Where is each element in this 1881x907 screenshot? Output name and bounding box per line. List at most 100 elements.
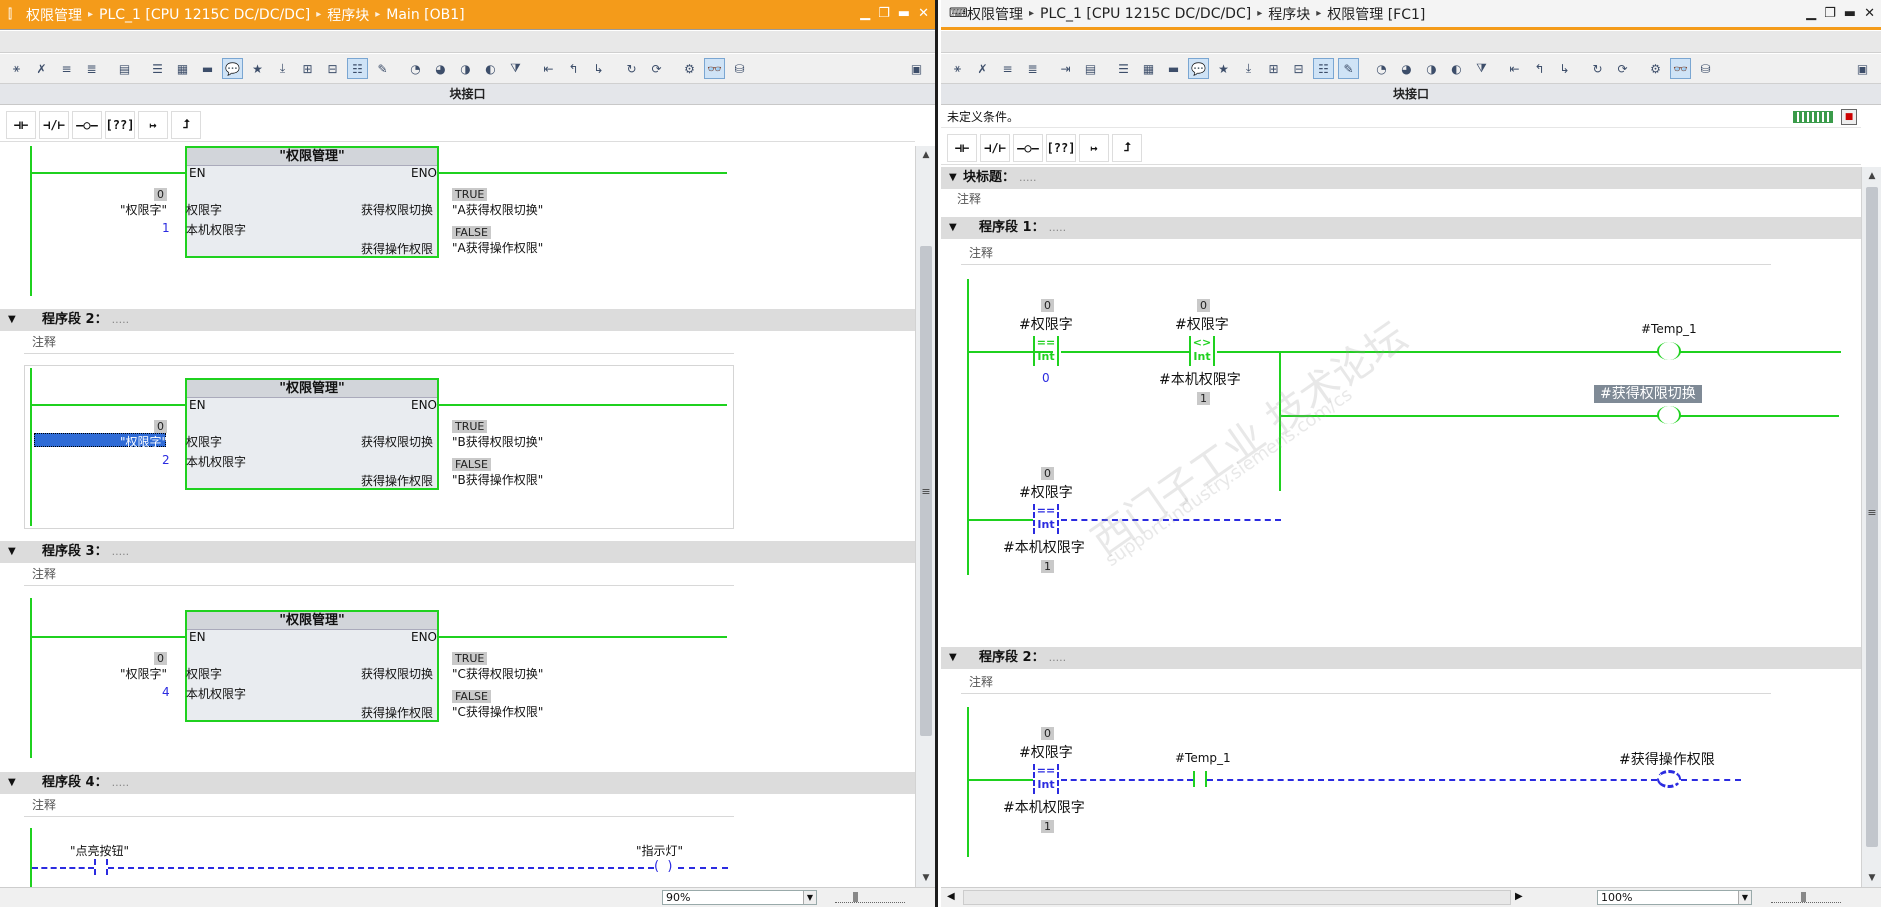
comments-icon[interactable]: 💬 bbox=[1188, 58, 1209, 79]
compare-operand-2[interactable]: 0 bbox=[1042, 371, 1050, 385]
output-operand-2[interactable]: "B获得操作权限" bbox=[452, 471, 543, 488]
coil-output[interactable] bbox=[1657, 406, 1681, 424]
absolute-operands-icon[interactable]: ☰ bbox=[147, 58, 168, 79]
compare-operand-1[interactable]: #权限字 bbox=[1019, 314, 1073, 334]
window-icon[interactable]: ⌨ bbox=[949, 6, 968, 21]
scroll-up-icon[interactable]: ▲ bbox=[1866, 170, 1878, 182]
reset-icon[interactable]: ▤ bbox=[114, 58, 135, 79]
previous-error-icon[interactable]: ↰ bbox=[563, 58, 584, 79]
monitoring-icon[interactable]: 👓 bbox=[704, 58, 725, 79]
open-branch-button[interactable]: ↦ bbox=[138, 110, 168, 139]
monitor-off-icon[interactable]: ◔ bbox=[1371, 58, 1392, 79]
insert-network-icon[interactable]: ⚹ bbox=[6, 58, 27, 79]
nc-contact-button[interactable]: ⊣/⊢ bbox=[980, 133, 1010, 162]
first-error-icon[interactable]: ⇤ bbox=[1504, 58, 1525, 79]
scroll-down-icon[interactable]: ▼ bbox=[1866, 872, 1878, 884]
block-title-header[interactable]: ▼ 块标题：..... bbox=[941, 167, 1861, 189]
sync-icon[interactable]: ⟳ bbox=[1612, 58, 1633, 79]
vertical-scrollbar[interactable]: ▲ ≡ ▼ bbox=[915, 146, 935, 887]
network-header[interactable]: ▼ 程序段 2：..... bbox=[0, 309, 915, 331]
input-operand-2[interactable]: 4 bbox=[162, 685, 170, 699]
open-branch-button[interactable]: ↦ bbox=[1079, 133, 1109, 162]
goto-icon[interactable]: ⤓ bbox=[272, 58, 293, 79]
dropdown-arrow-icon[interactable]: ▼ bbox=[803, 891, 816, 904]
collapse-caret-icon[interactable]: ▼ bbox=[949, 167, 957, 189]
float-window-icon[interactable]: ❐ bbox=[878, 6, 890, 21]
collapse-caret-icon[interactable]: ▼ bbox=[8, 772, 16, 794]
output-operand-2[interactable]: "C获得操作权限" bbox=[452, 703, 543, 720]
horizontal-scrollbar[interactable] bbox=[963, 890, 1511, 905]
zoom-slider[interactable] bbox=[835, 892, 905, 903]
output-operand-2[interactable]: "A获得操作权限" bbox=[452, 239, 543, 256]
next-error-icon[interactable]: ↳ bbox=[1554, 58, 1575, 79]
breadcrumb-plc[interactable]: PLC_1 [CPU 1215C DC/DC/DC] bbox=[99, 7, 310, 23]
input-operand[interactable]: "权限字" bbox=[120, 665, 167, 682]
scroll-right-icon[interactable]: ▶ bbox=[1515, 891, 1523, 902]
vertical-scrollbar[interactable]: ▲ ≡ ▼ bbox=[1861, 167, 1881, 887]
coil-output[interactable] bbox=[1657, 770, 1681, 788]
show-tags-icon[interactable]: ☷ bbox=[347, 58, 368, 79]
previous-error-icon[interactable]: ↰ bbox=[1529, 58, 1550, 79]
collapse-caret-icon[interactable]: ▼ bbox=[949, 217, 957, 239]
close-branch-button[interactable]: ⮥ bbox=[1112, 133, 1142, 162]
close-icon[interactable]: ✕ bbox=[1864, 6, 1875, 21]
compare-operand-1[interactable]: #权限字 bbox=[1175, 314, 1229, 334]
network-header[interactable]: ▼ 程序段 3：..... bbox=[0, 541, 915, 563]
input-operand-2[interactable]: 1 bbox=[162, 221, 170, 235]
call-hierarchy-icon[interactable]: ⚙ bbox=[1645, 58, 1666, 79]
collapse-icon[interactable]: ▬ bbox=[197, 58, 218, 79]
compare-contact-eq[interactable]: == Int bbox=[1033, 336, 1059, 366]
sync-icon[interactable]: ⟳ bbox=[646, 58, 667, 79]
coil-operand[interactable]: #获得操作权限 bbox=[1619, 749, 1715, 769]
monitoring-icon[interactable]: 👓 bbox=[1670, 58, 1691, 79]
absolute-operands-icon[interactable]: ☰ bbox=[1113, 58, 1134, 79]
breadcrumb-block[interactable]: 权限管理 [FC1] bbox=[1327, 4, 1425, 24]
favorites-icon[interactable]: ★ bbox=[1213, 58, 1234, 79]
zoom-select[interactable]: 90% ▼ bbox=[662, 890, 817, 905]
empty-box-button[interactable]: [??] bbox=[1046, 133, 1076, 162]
input-operand[interactable]: "权限字" bbox=[120, 201, 167, 218]
network-comment[interactable]: 注释 bbox=[24, 332, 734, 354]
coil-operand[interactable]: #Temp_1 bbox=[1641, 322, 1697, 336]
compare-operand-2[interactable]: #本机权限字 bbox=[1003, 537, 1085, 557]
coil-operand-highlight[interactable]: #获得权限切换 bbox=[1594, 385, 1702, 403]
filter-icon[interactable]: ⧩ bbox=[505, 58, 526, 79]
output-operand[interactable]: "A获得权限切换" bbox=[452, 201, 543, 218]
panel-layout-icon[interactable]: ▣ bbox=[1852, 58, 1873, 79]
collapse-caret-icon[interactable]: ▼ bbox=[8, 309, 16, 331]
block-call-icon[interactable]: ⊟ bbox=[1288, 58, 1309, 79]
block-call-icon[interactable]: ⊟ bbox=[322, 58, 343, 79]
collapse-caret-icon[interactable]: ▼ bbox=[949, 647, 957, 669]
monitor-cancel-icon[interactable]: ◕ bbox=[1396, 58, 1417, 79]
network-header[interactable]: ▼ 程序段 4：..... bbox=[0, 772, 915, 794]
coil-button[interactable]: –○– bbox=[72, 110, 102, 139]
favorites-icon[interactable]: ★ bbox=[247, 58, 268, 79]
breadcrumb-blocks[interactable]: 程序块 bbox=[1268, 4, 1310, 24]
monitor-cancel-icon[interactable]: ◕ bbox=[430, 58, 451, 79]
goto-icon[interactable]: ⤓ bbox=[1238, 58, 1259, 79]
maximize-icon[interactable]: ▬ bbox=[1844, 6, 1856, 21]
open-block-icon[interactable]: ⊞ bbox=[297, 58, 318, 79]
edit-icon[interactable]: ✎ bbox=[372, 58, 393, 79]
panel-layout-icon[interactable]: ▣ bbox=[906, 58, 927, 79]
zoom-slider[interactable] bbox=[1771, 892, 1841, 903]
empty-box-button[interactable]: [??] bbox=[105, 110, 135, 139]
pin-icon[interactable]: ⫿ bbox=[8, 7, 26, 22]
collapse-icon[interactable]: ▬ bbox=[1163, 58, 1184, 79]
compare-contact-eq[interactable]: == Int bbox=[1033, 764, 1059, 794]
contact-operand[interactable]: "点亮按钮" bbox=[70, 842, 129, 859]
float-window-icon[interactable]: ❐ bbox=[1824, 6, 1836, 21]
maximize-icon[interactable]: ▬ bbox=[898, 6, 910, 21]
collapse-caret-icon[interactable]: ▼ bbox=[8, 541, 16, 563]
comments-icon[interactable]: 💬 bbox=[222, 58, 243, 79]
insert-network-icon[interactable]: ⚹ bbox=[947, 58, 968, 79]
input-operand-2[interactable]: 2 bbox=[162, 453, 170, 467]
scroll-down-icon[interactable]: ▼ bbox=[920, 872, 932, 884]
breakpoint-icon[interactable]: ◑ bbox=[1421, 58, 1442, 79]
scroll-up-icon[interactable]: ▲ bbox=[920, 149, 932, 161]
network-comment[interactable]: 注释 bbox=[961, 243, 1771, 265]
show-tags-icon[interactable]: ☷ bbox=[1313, 58, 1334, 79]
block-interface-bar[interactable]: 块接口 bbox=[0, 84, 935, 105]
insert-row-icon[interactable]: ≡ bbox=[997, 58, 1018, 79]
delete-network-icon[interactable]: ✗ bbox=[972, 58, 993, 79]
